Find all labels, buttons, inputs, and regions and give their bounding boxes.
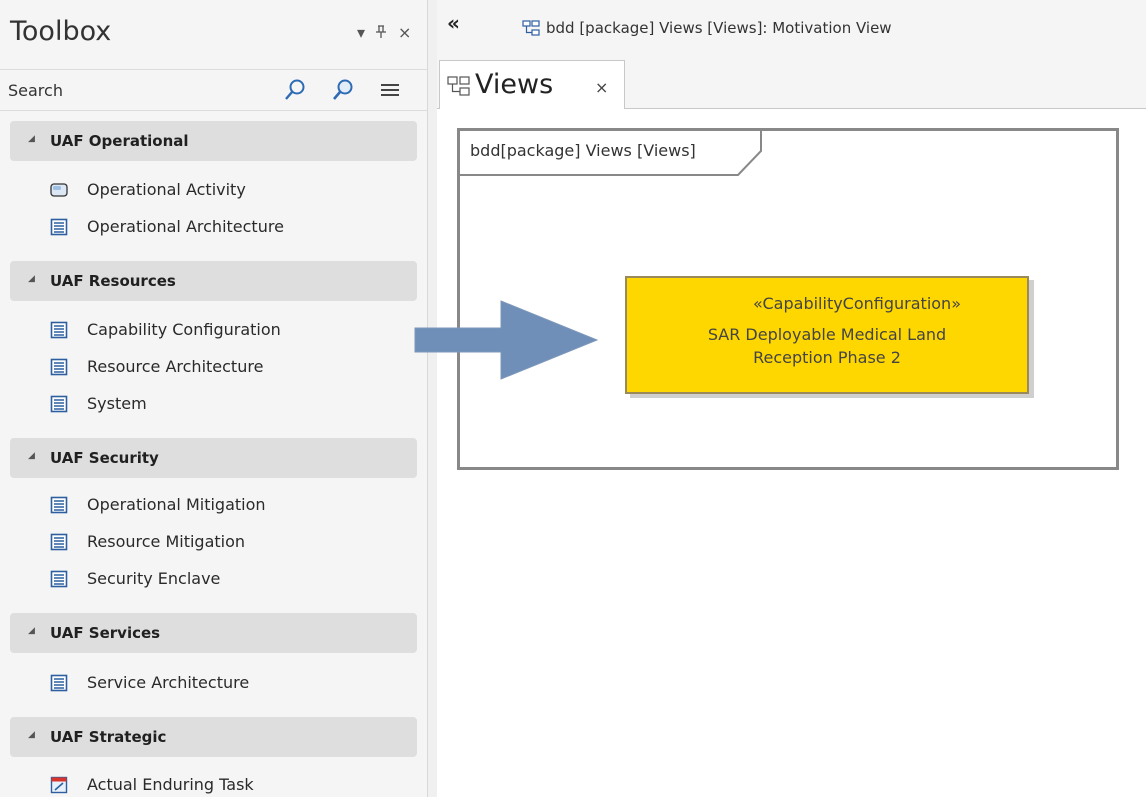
item-label: Operational Activity — [87, 180, 246, 199]
collapse-triangle-icon: ◢ — [28, 730, 35, 740]
toolbox-panel: Toolbox ▾ × ◢ UAF Operational Operationa… — [0, 0, 427, 797]
menu-icon[interactable] — [378, 78, 402, 102]
toolbox-item-operational-activity[interactable]: Operational Activity — [50, 177, 400, 203]
tab-label: Views — [475, 69, 554, 100]
architecture-icon — [50, 218, 68, 236]
group-header-uaf-services[interactable]: ◢ UAF Services — [10, 613, 417, 653]
item-label: Operational Mitigation — [87, 495, 266, 514]
capability-configuration-block[interactable]: «CapabilityConfiguration» SAR Deployable… — [625, 276, 1029, 394]
group-header-uaf-operational[interactable]: ◢ UAF Operational — [10, 121, 417, 161]
item-label: Service Architecture — [87, 673, 250, 692]
toolbox-item-resource-mitigation[interactable]: Resource Mitigation — [50, 529, 400, 555]
toolbox-title: Toolbox — [10, 16, 112, 47]
close-tab-icon[interactable]: × — [595, 78, 608, 97]
group-header-uaf-security[interactable]: ◢ UAF Security — [10, 438, 417, 478]
toolbox-item-system[interactable]: System — [50, 391, 400, 417]
architecture-icon — [50, 395, 68, 413]
architecture-icon — [50, 533, 68, 551]
toolbox-item-security-enclave[interactable]: Security Enclave — [50, 566, 400, 592]
toolbox-item-capability-configuration[interactable]: Capability Configuration — [50, 317, 400, 343]
item-label: Operational Architecture — [87, 217, 284, 236]
item-label: System — [87, 394, 147, 413]
group-label: UAF Operational — [50, 132, 189, 150]
block-name: SAR Deployable Medical Land Reception Ph… — [707, 325, 947, 367]
diagram-caption: bdd [package] Views [Views]: Motivation … — [522, 19, 892, 37]
item-label: Actual Enduring Task — [87, 775, 254, 794]
toolbox-item-resource-architecture[interactable]: Resource Architecture — [50, 354, 400, 380]
item-label: Security Enclave — [87, 569, 221, 588]
collapse-triangle-icon: ◢ — [28, 134, 35, 144]
activity-icon — [50, 183, 68, 197]
toolbox-item-operational-mitigation[interactable]: Operational Mitigation — [50, 492, 400, 518]
architecture-icon — [50, 496, 68, 514]
diagram-tab-icon — [447, 76, 470, 96]
toolbox-item-actual-enduring-task[interactable]: Actual Enduring Task — [50, 772, 400, 798]
dropdown-icon[interactable]: ▾ — [357, 25, 365, 41]
diagram-caption-text: bdd [package] Views [Views]: Motivation … — [546, 19, 892, 37]
enduring-task-icon — [50, 776, 68, 794]
item-label: Resource Architecture — [87, 357, 264, 376]
find-in-model-icon[interactable] — [331, 78, 355, 102]
pane-splitter[interactable] — [427, 0, 437, 797]
search-icon[interactable] — [283, 78, 307, 102]
arrow-shape[interactable] — [414, 300, 604, 382]
group-header-uaf-strategic[interactable]: ◢ UAF Strategic — [10, 717, 417, 757]
architecture-icon — [50, 321, 68, 339]
pin-icon[interactable] — [375, 25, 387, 42]
frame-label: bdd[package] Views [Views] — [470, 141, 696, 160]
toolbox-item-operational-architecture[interactable]: Operational Architecture — [50, 214, 400, 240]
architecture-icon — [50, 358, 68, 376]
collapse-triangle-icon: ◢ — [28, 626, 35, 636]
item-label: Resource Mitigation — [87, 532, 246, 551]
search-input[interactable] — [8, 78, 268, 102]
tab-views[interactable]: Views × — [439, 60, 625, 109]
toolbox-search-bar — [0, 69, 427, 111]
group-label: UAF Security — [50, 449, 159, 467]
toolbox-header: Toolbox ▾ × — [0, 0, 427, 68]
diagram-type-icon — [522, 20, 540, 36]
architecture-icon — [50, 570, 68, 588]
group-label: UAF Resources — [50, 272, 176, 290]
architecture-icon — [50, 674, 68, 692]
close-icon[interactable]: × — [398, 25, 411, 41]
collapse-triangle-icon: ◢ — [28, 451, 35, 461]
group-label: UAF Strategic — [50, 728, 167, 746]
group-header-uaf-resources[interactable]: ◢ UAF Resources — [10, 261, 417, 301]
group-label: UAF Services — [50, 624, 161, 642]
toolbox-item-service-architecture[interactable]: Service Architecture — [50, 670, 400, 696]
block-stereotype: «CapabilityConfiguration» — [753, 294, 961, 313]
item-label: Capability Configuration — [87, 320, 281, 339]
collapse-triangle-icon: ◢ — [28, 274, 35, 284]
collapse-panel-icon[interactable]: « — [447, 11, 460, 35]
